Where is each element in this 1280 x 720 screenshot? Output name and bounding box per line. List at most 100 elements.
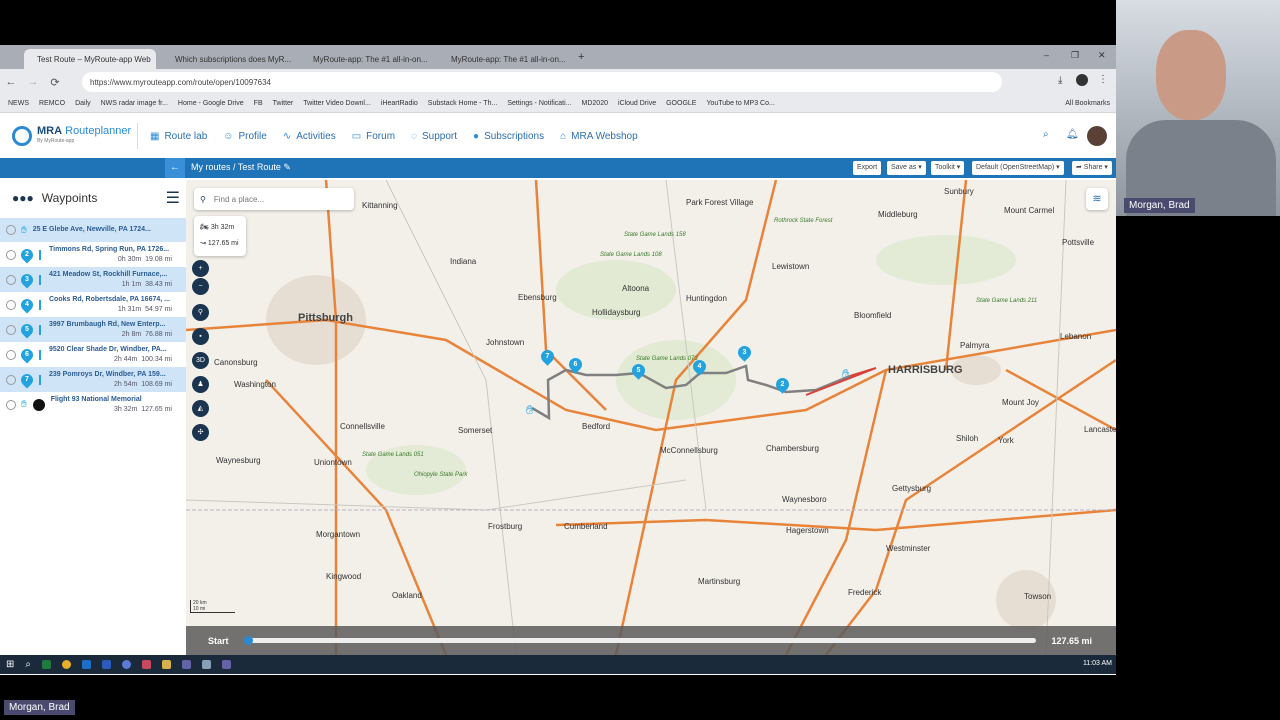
clock-icon[interactable] (6, 399, 16, 410)
url-input[interactable]: https://www.myrouteapp.com/route/open/10… (82, 72, 1002, 92)
map-canvas[interactable]: Pittsburgh HARRISBURG Cumberland Hagerstown… (186, 180, 1116, 655)
edit-icon[interactable]: ✎ (283, 162, 291, 172)
tab-myroute-1[interactable]: MyRoute-app: The #1 all-in-on...✕ (300, 49, 432, 69)
bookmark[interactable]: GOOGLE (666, 100, 696, 107)
app-icon[interactable] (202, 660, 211, 669)
drag-handle[interactable] (39, 374, 41, 385)
nav-activities[interactable]: ∿ Activities (283, 131, 336, 142)
excel-icon[interactable] (42, 660, 51, 669)
zoom-in-button[interactable]: + (192, 260, 209, 277)
share-button[interactable]: ➦ Share ▾ (1072, 161, 1112, 175)
mra-logo[interactable]: MRA Routeplanner By MyRoute-app (0, 123, 138, 149)
clock-icon[interactable] (6, 299, 16, 310)
tab-myroute-2[interactable]: MyRoute-app: The #1 all-in-on...✕ (438, 49, 570, 69)
clock-icon[interactable] (6, 374, 16, 385)
back-button[interactable]: ← (0, 76, 22, 88)
route-waypoint-marker[interactable]: 7 (538, 347, 557, 366)
clock-icon[interactable] (6, 249, 16, 260)
slider-handle[interactable] (244, 636, 253, 645)
new-tab-button[interactable]: + (578, 51, 584, 63)
app-icon[interactable] (142, 660, 151, 669)
route-endpoint-marker[interactable]: ✋︎ (842, 366, 849, 382)
bookmark[interactable]: Settings - Notificati... (507, 100, 571, 107)
bookmark[interactable]: iCloud Drive (618, 100, 656, 107)
waypoint-item[interactable]: ✋︎ 25 E Glebe Ave, Newville, PA 1724... (0, 218, 186, 242)
bookmark[interactable]: Twitter Video Downl... (303, 100, 371, 107)
waypoint-item[interactable]: 6 9520 Clear Shade Dr, Windber, PA... 2h 4… (0, 342, 186, 367)
find-place-input[interactable]: ⚲ Find a place... (194, 188, 354, 210)
bookmark[interactable]: NEWS (8, 100, 29, 107)
export-button[interactable]: Export (853, 161, 882, 175)
download-icon[interactable]: ⤓ (1058, 75, 1062, 86)
street-view-button[interactable]: ♟ (192, 376, 209, 393)
route-waypoint-marker[interactable]: 2 (773, 375, 792, 394)
bookmark[interactable]: Home - Google Drive (178, 100, 244, 107)
waypoint-item[interactable]: 4 Cooks Rd, Robertsdale, PA 16674, ... 1h … (0, 292, 186, 317)
route-waypoint-marker[interactable]: 3 (735, 343, 754, 362)
windows-start-icon[interactable]: ⊞ (6, 659, 14, 670)
clock-icon[interactable] (6, 324, 16, 335)
bell-icon[interactable]: 🔔︎ (1066, 129, 1079, 140)
restore-button[interactable]: ❐ (1071, 50, 1079, 61)
reload-button[interactable]: ⟳ (44, 76, 66, 89)
elevation-button[interactable]: ◭ (192, 400, 209, 417)
route-endpoint-marker[interactable]: ✋︎ (526, 402, 533, 418)
bookmark[interactable]: Substack Home - Th... (428, 100, 498, 107)
close-window-button[interactable]: ✕ (1098, 50, 1106, 61)
bookmark[interactable]: iHeartRadio (381, 100, 418, 107)
bookmark[interactable]: MD2020 (582, 100, 608, 107)
forward-button[interactable]: → (22, 76, 44, 88)
bookmark[interactable]: YouTube to MP3 Co... (706, 100, 774, 107)
drag-handle[interactable] (39, 324, 41, 335)
waypoint-item[interactable]: 3 421 Meadow St, Rockhill Furnace,... 1h 1… (0, 267, 186, 292)
teams-icon[interactable] (182, 660, 191, 669)
drag-handle[interactable] (39, 299, 41, 310)
route-waypoint-marker[interactable]: 6 (566, 355, 585, 374)
breadcrumb[interactable]: My routes / Test Route ✎ (191, 162, 291, 173)
bookmark[interactable]: Daily (75, 100, 91, 107)
teams-icon[interactable] (222, 660, 231, 669)
menu-icon[interactable]: ⋮ (1098, 74, 1108, 85)
clock-icon[interactable] (6, 225, 16, 235)
route-progress-slider[interactable] (244, 636, 1036, 645)
tab-test-route[interactable]: Test Route – MyRoute-app Web✕ (24, 49, 156, 69)
app-icon[interactable] (122, 660, 131, 669)
map-style-select[interactable]: Default (OpenStreetMap) ▾ (972, 161, 1064, 175)
drag-handle[interactable] (39, 274, 41, 285)
hamburger-menu-icon[interactable]: ☰ (166, 188, 180, 208)
toolkit-button[interactable]: Toolkit ▾ (931, 161, 965, 175)
bookmark[interactable]: Twitter (273, 100, 294, 107)
clock-icon[interactable] (6, 349, 16, 360)
nav-subscriptions[interactable]: ● Subscriptions (473, 131, 544, 142)
search-icon[interactable]: ⌕ (25, 659, 31, 670)
drag-handle[interactable] (39, 349, 41, 360)
waypoint-item[interactable]: 2 Timmons Rd, Spring Run, PA 1726... 0h 30… (0, 242, 186, 267)
nav-webshop[interactable]: ⌂ MRA Webshop (560, 131, 638, 142)
all-bookmarks[interactable]: All Bookmarks (1065, 100, 1110, 107)
nav-support[interactable]: ◌ Support (411, 131, 457, 142)
bookmark[interactable]: NWS radar image fr... (101, 100, 168, 107)
compass-button[interactable]: ✣ (192, 424, 209, 441)
lock-button[interactable]: ▪ (192, 328, 209, 345)
user-avatar[interactable] (1087, 126, 1107, 146)
back-arrow-button[interactable]: ← (165, 158, 185, 178)
3d-button[interactable]: 3D (192, 352, 209, 369)
clock-icon[interactable] (6, 274, 16, 285)
save-as-button[interactable]: Save as ▾ (887, 161, 926, 175)
route-waypoint-marker[interactable]: 5 (629, 361, 648, 380)
layers-button[interactable]: ≋ (1086, 188, 1108, 210)
location-button[interactable]: ⚲ (192, 304, 209, 321)
profile-avatar[interactable] (1076, 74, 1088, 86)
bookmark[interactable]: REMCO (39, 100, 65, 107)
zoom-out-button[interactable]: − (192, 278, 209, 295)
waypoint-item[interactable]: ✋︎ Flight 93 National Memorial 3h 32m 127.… (0, 392, 186, 417)
route-waypoint-marker[interactable]: 4 (690, 357, 709, 376)
minimize-button[interactable]: – (1044, 50, 1049, 60)
nav-profile[interactable]: ☺ Profile (223, 131, 267, 142)
drag-handle[interactable] (39, 249, 41, 260)
word-icon[interactable] (102, 660, 111, 669)
file-explorer-icon[interactable] (162, 660, 171, 669)
outlook-icon[interactable] (82, 660, 91, 669)
waypoint-item[interactable]: 7 239 Pomroys Dr, Windber, PA 159... 2h 54… (0, 367, 186, 392)
search-icon[interactable]: ⌕ (1043, 129, 1049, 140)
